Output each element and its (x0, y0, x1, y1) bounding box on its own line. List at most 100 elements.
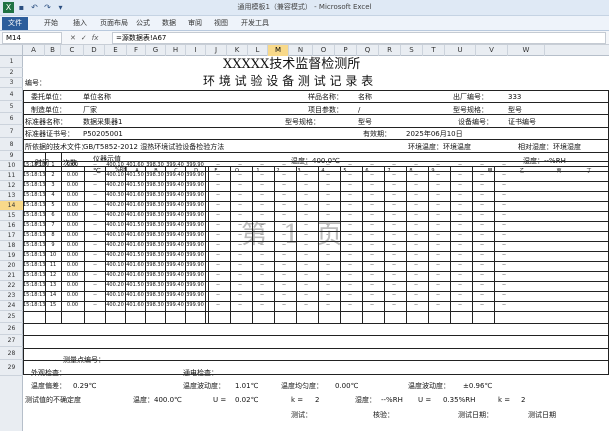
grid-line (230, 166, 231, 323)
row-header-10[interactable]: 10 (0, 161, 23, 171)
basis-label: 所依据的技术文件： (25, 143, 88, 151)
tab-home[interactable]: 开始 (44, 18, 58, 29)
column-header-e[interactable]: E (105, 45, 127, 56)
row-header-28[interactable]: 28 (0, 347, 23, 360)
row-time: 15:18:13 (23, 232, 46, 238)
row-dash: -- (458, 262, 462, 268)
column-header-t[interactable]: T (423, 45, 445, 56)
column-header-d[interactable]: D (84, 45, 105, 56)
row-header-18[interactable]: 18 (0, 241, 23, 251)
row-display: 0.00 (66, 222, 79, 228)
column-header-l[interactable]: L (248, 45, 268, 56)
column-header-w[interactable]: W (508, 45, 545, 56)
row-header-13[interactable]: 13 (0, 191, 23, 201)
select-all-corner[interactable] (0, 45, 23, 56)
tab-review[interactable]: 审阅 (188, 18, 202, 29)
column-header-o[interactable]: O (313, 45, 335, 56)
column-header-c[interactable]: C (61, 45, 84, 56)
formula-input[interactable]: =源数据表!A67 (112, 32, 606, 44)
row-dash: -- (348, 272, 352, 278)
tab-developer[interactable]: 开发工具 (241, 18, 269, 29)
column-header-p[interactable]: P (335, 45, 357, 56)
row-time: 15:18:13 (23, 302, 46, 308)
row-dash: -- (260, 292, 264, 298)
row-reading: 399.40 (166, 222, 184, 228)
row-header-1[interactable]: 1 (0, 56, 23, 68)
column-header-m[interactable]: M (268, 45, 289, 56)
column-header-b[interactable]: B (45, 45, 61, 56)
row-header-25[interactable]: 25 (0, 311, 23, 323)
tab-data[interactable]: 数据 (162, 18, 176, 29)
row-dash: -- (304, 302, 308, 308)
row-header-29[interactable]: 29 (0, 360, 23, 376)
row-reading: 399.40 (166, 302, 184, 308)
row-header-17[interactable]: 17 (0, 231, 23, 241)
maker-value: 厂家 (83, 106, 97, 114)
row-header-26[interactable]: 26 (0, 323, 23, 335)
row-header-8[interactable]: 8 (0, 138, 23, 151)
worksheet[interactable]: XXXXX技术监督检测所 环 境 试 验 设 备 测 试 记 录 表 编号： 委… (23, 56, 609, 431)
row-header-9[interactable]: 9 (0, 151, 23, 161)
row-header-27[interactable]: 27 (0, 335, 23, 347)
row-header-2[interactable]: 2 (0, 68, 23, 78)
row-header-4[interactable]: 4 (0, 88, 23, 101)
column-header-q[interactable]: Q (357, 45, 379, 56)
row-dash: -- (502, 242, 506, 248)
row-dash: -- (348, 282, 352, 288)
row-header-21[interactable]: 21 (0, 271, 23, 281)
row-header-20[interactable]: 20 (0, 261, 23, 271)
row-header-16[interactable]: 16 (0, 221, 23, 231)
u-label: U = (213, 396, 227, 404)
row-header-19[interactable]: 19 (0, 251, 23, 261)
row-header-7[interactable]: 7 (0, 125, 23, 138)
grid-line (23, 114, 609, 115)
tab-page-layout[interactable]: 页面布局 (100, 18, 128, 29)
row-header-11[interactable]: 11 (0, 171, 23, 181)
row-dash: -- (414, 252, 418, 258)
row-dash: -- (216, 272, 220, 278)
row-rh: -- (93, 262, 97, 268)
enter-icon[interactable]: ✓ (81, 32, 87, 44)
column-header-i[interactable]: I (186, 45, 206, 56)
column-header-h[interactable]: H (166, 45, 186, 56)
name-box[interactable]: M14 (2, 32, 62, 44)
row-reading: 399.90 (186, 202, 204, 208)
row-header-6[interactable]: 6 (0, 113, 23, 125)
column-header-f[interactable]: F (127, 45, 146, 56)
row-header-14[interactable]: 14 (0, 201, 23, 211)
row-time: 15:18:13 (23, 222, 46, 228)
row-header-3[interactable]: 3 (0, 78, 23, 88)
column-header-n[interactable]: N (289, 45, 313, 56)
column-header-a[interactable]: A (23, 45, 45, 56)
row-reading: 399.40 (166, 282, 184, 288)
tab-view[interactable]: 视图 (214, 18, 228, 29)
row-header-5[interactable]: 5 (0, 101, 23, 113)
tab-formulas[interactable]: 公式 (136, 18, 150, 29)
row-dash: -- (216, 212, 220, 218)
row-header-23[interactable]: 23 (0, 291, 23, 301)
tab-file[interactable]: 文件 (2, 17, 28, 30)
row-dash: -- (436, 252, 440, 258)
column-header-g[interactable]: G (146, 45, 166, 56)
cancel-icon[interactable]: ✕ (70, 32, 76, 44)
row-header-15[interactable]: 15 (0, 211, 23, 221)
row-dash: -- (480, 292, 484, 298)
row-header-22[interactable]: 22 (0, 281, 23, 291)
insert-function-button[interactable]: fx (92, 32, 99, 44)
column-header-r[interactable]: R (379, 45, 401, 56)
excel-window: X ▪ ↶ ↷ ▾ 通用模板1（兼容模式） - Microsoft Excel … (0, 0, 609, 431)
grid-line (450, 166, 451, 323)
row-dash: -- (260, 282, 264, 288)
grid-line (45, 152, 46, 323)
row-header-24[interactable]: 24 (0, 301, 23, 311)
column-header-v[interactable]: V (476, 45, 508, 56)
column-header-u[interactable]: U (445, 45, 476, 56)
tab-insert[interactable]: 插入 (73, 18, 87, 29)
row-dash: -- (502, 182, 506, 188)
column-header-k[interactable]: K (227, 45, 248, 56)
column-header-s[interactable]: S (401, 45, 423, 56)
row-dash: -- (304, 182, 308, 188)
column-header-j[interactable]: J (206, 45, 227, 56)
row-header-12[interactable]: 12 (0, 181, 23, 191)
grid-line (23, 166, 609, 167)
